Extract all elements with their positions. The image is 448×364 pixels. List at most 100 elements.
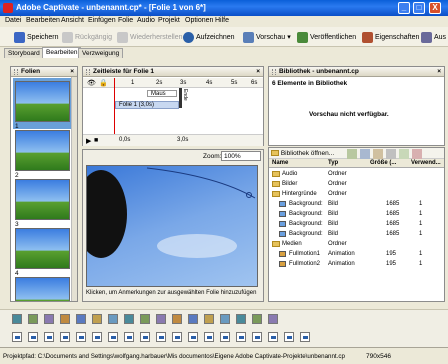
rectangle-icon[interactable] (172, 314, 182, 324)
slide-thumbnail-3[interactable]: 3 (15, 179, 70, 228)
tab-branching[interactable]: Verzweigung (78, 48, 124, 58)
distribute-h-icon[interactable] (108, 332, 118, 342)
image-icon[interactable] (44, 314, 54, 324)
more-button[interactable]: Aus (421, 30, 446, 44)
caption-icon[interactable] (12, 314, 22, 324)
close-icon[interactable]: × (70, 67, 74, 77)
column-type[interactable]: Typ (328, 159, 338, 168)
library-row[interactable]: Hintergründe Ordner (269, 190, 444, 198)
timeline-row-slide[interactable]: Folie 1 (3,0s) (83, 100, 263, 110)
close-button[interactable]: X (429, 2, 441, 14)
animation-icon[interactable] (204, 314, 214, 324)
send-back-icon[interactable] (236, 332, 246, 342)
library-row[interactable]: Fullmotion1 Animation 195 1 (269, 250, 444, 258)
import-icon[interactable] (347, 149, 357, 159)
library-row[interactable]: Background: Bild 1685 1 (269, 220, 444, 228)
properties-button[interactable]: Eigenschaften (362, 30, 419, 44)
click-box-icon[interactable] (108, 314, 118, 324)
menu-einfuegen[interactable]: Einfügen (88, 17, 116, 24)
align-center-icon[interactable] (28, 332, 38, 342)
slides-scrollbar[interactable] (71, 77, 77, 301)
lock-icon[interactable] (284, 332, 294, 342)
highlight-icon[interactable] (92, 314, 102, 324)
play-icon[interactable]: ▶ (86, 137, 91, 145)
publish-button[interactable]: Veröffentlichen (297, 30, 356, 44)
bring-front-icon[interactable] (220, 332, 230, 342)
edit-icon[interactable] (373, 149, 383, 159)
align-bottom-icon[interactable] (92, 332, 102, 342)
center-h-icon[interactable] (188, 332, 198, 342)
align-top-icon[interactable] (60, 332, 70, 342)
undo-button[interactable]: Rückgängig (62, 30, 112, 44)
grid-glyph (303, 336, 308, 339)
column-used[interactable]: Verwend... (411, 159, 441, 168)
rollover-image-icon[interactable] (60, 314, 70, 324)
library-row[interactable]: Fullmotion2 Animation 195 1 (269, 260, 444, 268)
library-row[interactable]: Audio Ordner (269, 170, 444, 178)
record-button[interactable]: Aufzeichnen (183, 30, 235, 44)
lock-icon[interactable]: 🔒 (99, 79, 108, 87)
redo-button[interactable]: Wiederherstellen (117, 30, 183, 44)
zoom-icon[interactable] (76, 314, 86, 324)
slidelet-icon[interactable] (236, 314, 246, 324)
flash-video-icon[interactable] (252, 314, 262, 324)
rollover-caption-icon[interactable] (28, 314, 38, 324)
library-row[interactable]: Background: Bild 1685 1 (269, 230, 444, 238)
menu-folie[interactable]: Folie (118, 17, 133, 24)
oval-icon[interactable] (188, 314, 198, 324)
preview-button[interactable]: Vorschau ▾ (243, 30, 291, 44)
column-size[interactable]: Größe (... (370, 159, 396, 168)
slide-thumbnail-5[interactable]: 5 (15, 277, 70, 301)
delete-icon[interactable] (412, 149, 422, 159)
same-size-icon[interactable] (172, 332, 182, 342)
slide-thumbnail-2[interactable]: 2 (15, 130, 70, 179)
text-entry-icon[interactable] (140, 314, 150, 324)
timeline-row-mouse[interactable]: Maus (83, 89, 263, 99)
button-icon[interactable] (124, 314, 134, 324)
align-left-icon[interactable] (12, 332, 22, 342)
menu-ansicht[interactable]: Ansicht (61, 17, 84, 24)
zoom-select[interactable]: 100% (221, 151, 261, 161)
menu-audio[interactable]: Audio (137, 17, 155, 24)
menu-optionen[interactable]: Optionen (185, 17, 213, 24)
align-right-icon[interactable] (44, 332, 54, 342)
grid-icon[interactable] (300, 332, 310, 342)
minimize-button[interactable]: _ (398, 2, 410, 14)
ungroup-icon[interactable] (268, 332, 278, 342)
library-row[interactable]: Bilder Ordner (269, 180, 444, 188)
close-icon[interactable]: × (437, 67, 441, 77)
save-button[interactable]: Speichern (14, 30, 59, 44)
open-library-button[interactable]: Bibliothek öffnen... (271, 150, 334, 157)
maximize-button[interactable]: □ (413, 2, 425, 14)
library-row[interactable]: Background: Bild 1685 1 (269, 210, 444, 218)
library-row[interactable]: Background: Bild 1685 1 (269, 200, 444, 208)
close-icon[interactable]: × (256, 67, 260, 77)
same-height-icon[interactable] (156, 332, 166, 342)
tab-storyboard[interactable]: Storyboard (4, 48, 44, 58)
stop-icon[interactable]: ■ (94, 137, 98, 144)
export-icon[interactable] (360, 149, 370, 159)
tab-edit[interactable]: Bearbeiten (42, 47, 82, 58)
same-width-icon[interactable] (140, 332, 150, 342)
center-v-icon[interactable] (204, 332, 214, 342)
text-animation-icon[interactable] (220, 314, 230, 324)
align-middle-icon[interactable] (76, 332, 86, 342)
properties-icon[interactable] (386, 149, 396, 159)
eye-icon[interactable]: 👁 (87, 79, 96, 87)
library-cell-type: Ordner (328, 171, 347, 177)
usage-icon[interactable] (399, 149, 409, 159)
library-row[interactable]: Medien Ordner (269, 240, 444, 248)
column-name[interactable]: Name (272, 159, 288, 168)
distribute-v-icon[interactable] (124, 332, 134, 342)
menu-datei[interactable]: Datei (5, 17, 21, 24)
slide-thumbnail-4[interactable]: 4 (15, 228, 70, 277)
menu-bearbeiten[interactable]: Bearbeiten (26, 17, 60, 24)
slide-thumbnail-1[interactable]: 1 (15, 81, 70, 130)
menu-hilfe[interactable]: Hilfe (215, 17, 229, 24)
question-icon[interactable] (268, 314, 278, 324)
timeline-header: Zeitleiste für Folie 1 × (83, 67, 263, 77)
line-icon[interactable] (156, 314, 166, 324)
slide-canvas[interactable] (86, 165, 258, 287)
group-icon[interactable] (252, 332, 262, 342)
menu-projekt[interactable]: Projekt (158, 17, 180, 24)
